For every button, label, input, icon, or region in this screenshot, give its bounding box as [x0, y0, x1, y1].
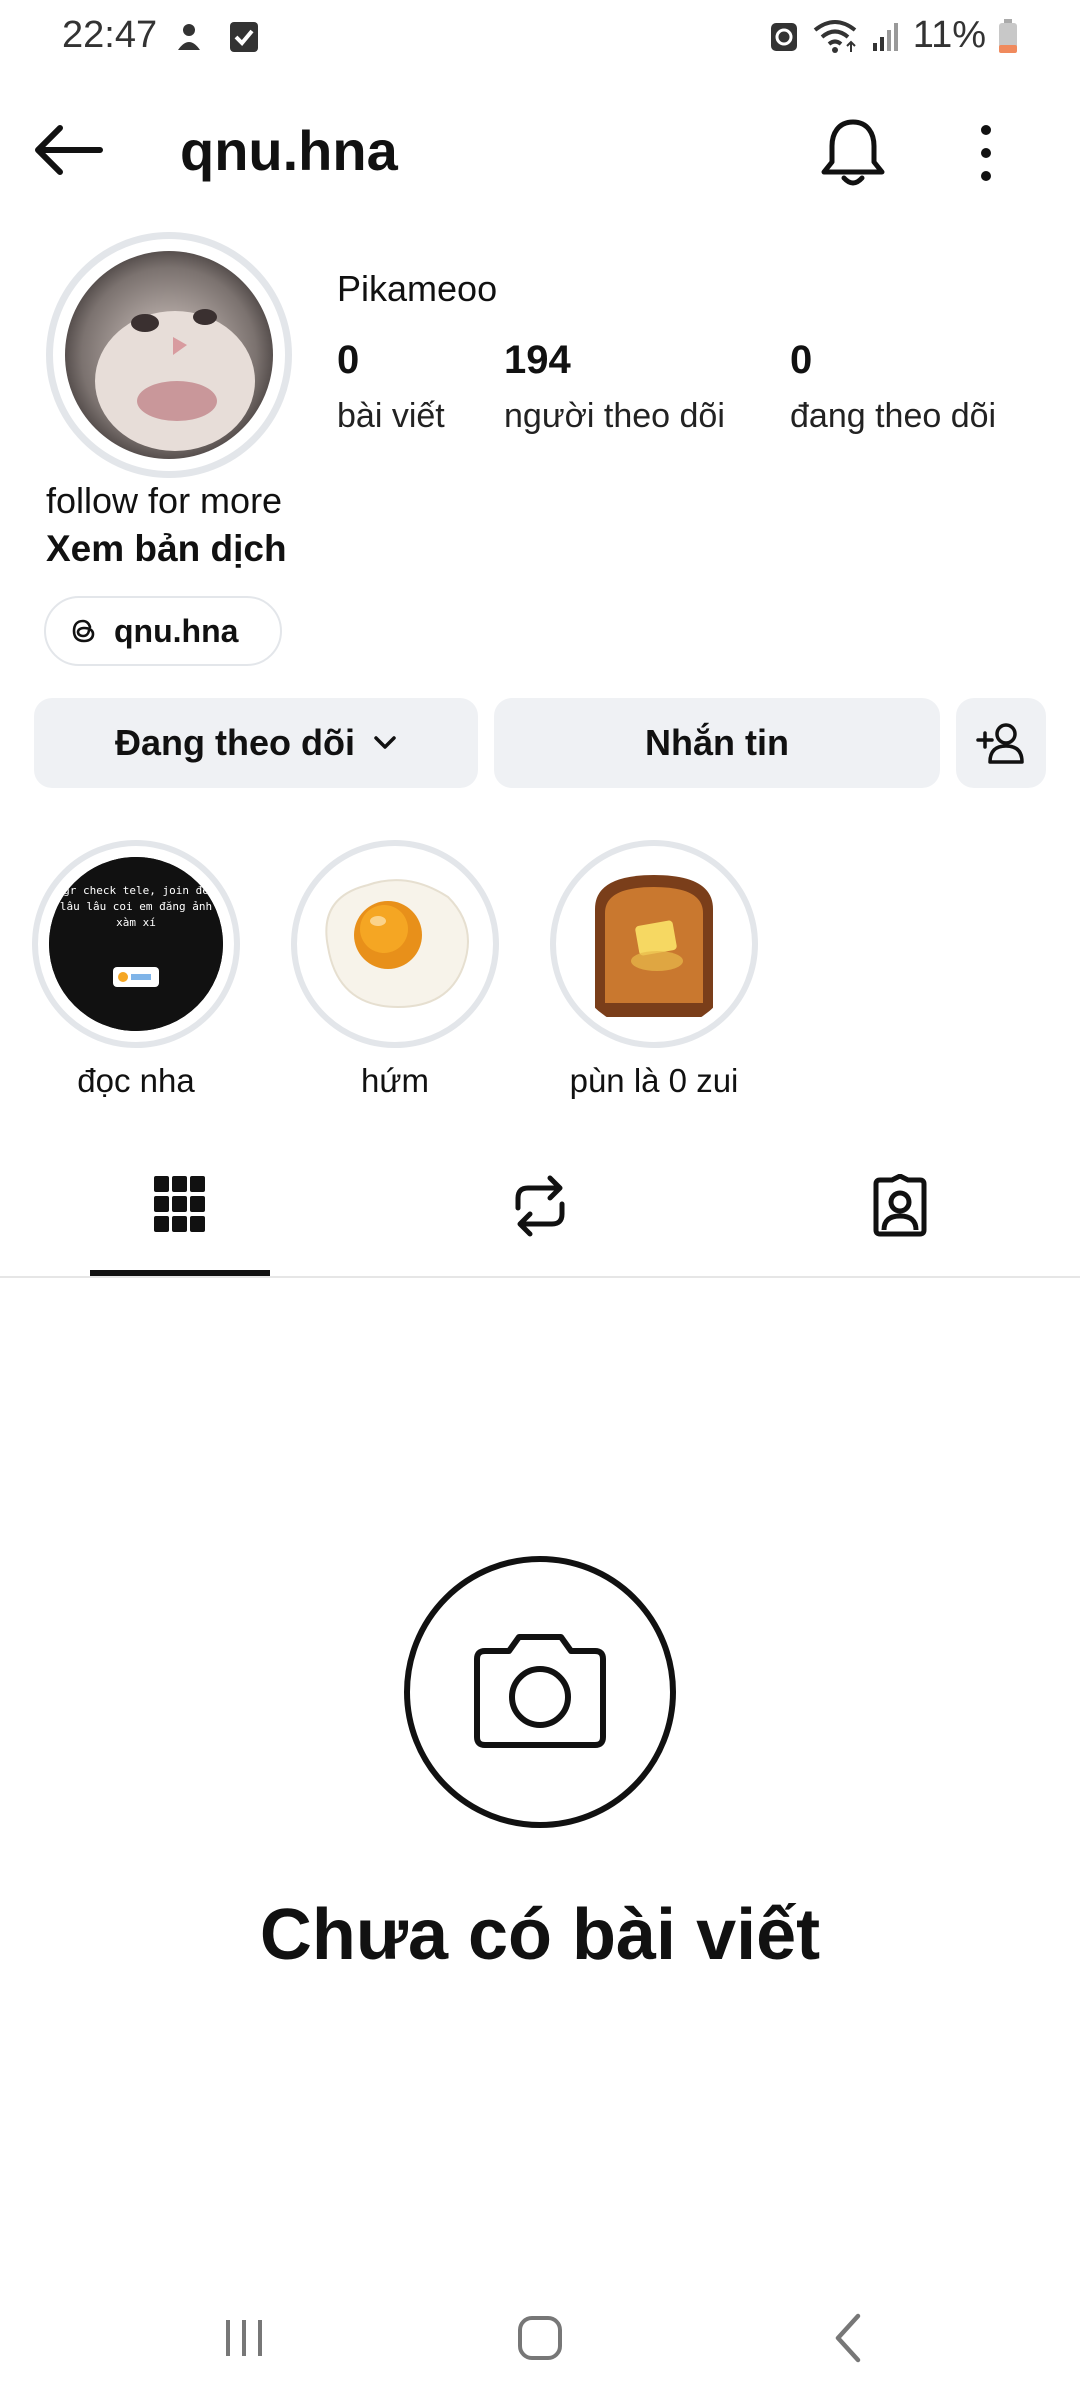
threads-handle: qnu.hna	[114, 612, 239, 649]
tab-posts-grid[interactable]	[90, 1174, 270, 1248]
grid-icon	[154, 1176, 205, 1232]
bell-icon	[821, 119, 885, 186]
more-vertical-icon	[981, 125, 991, 181]
reposts-icon	[515, 1175, 565, 1237]
system-nav-bar	[0, 2290, 1080, 2380]
camera-icon	[474, 1634, 606, 1748]
status-right-icons: 11%	[769, 14, 1018, 57]
highlight-thumbnail	[308, 857, 482, 1031]
stat-following[interactable]: 0 đang theo dõi	[790, 338, 996, 436]
notification-icon	[178, 24, 200, 50]
highlight-ring	[291, 840, 499, 1048]
battery-percent: 11%	[912, 14, 986, 56]
avatar	[65, 251, 273, 459]
profile-tabs	[0, 1150, 1080, 1278]
notifications-button[interactable]	[818, 114, 888, 188]
threads-link[interactable]: qnu.hna	[44, 596, 282, 666]
bio-text: follow for more	[46, 480, 283, 521]
stat-label: người theo dõi	[504, 397, 725, 435]
highlight-label: hứm	[361, 1062, 429, 1099]
translate-link[interactable]: Xem bản dịch	[46, 528, 287, 570]
highlight-item[interactable]: hứm	[290, 840, 500, 1100]
tab-reposts[interactable]	[450, 1174, 630, 1248]
stat-value: 0	[337, 338, 360, 382]
recent-apps-button[interactable]	[214, 2310, 274, 2366]
stat-posts[interactable]: 0 bài viết	[337, 338, 445, 436]
message-button[interactable]: Nhắn tin	[494, 698, 940, 788]
page-title: qnu.hna	[180, 119, 398, 182]
highlight-ring: gr check tele, join để lâu lâu coi em đă…	[32, 840, 240, 1048]
stat-value: 0	[790, 338, 813, 382]
checkbox-icon	[230, 22, 258, 52]
status-time: 22:47	[62, 14, 158, 56]
display-name: Pikameoo	[337, 268, 498, 309]
empty-state-circle	[404, 1556, 676, 1828]
home-button[interactable]	[510, 2310, 570, 2366]
stat-value: 194	[504, 338, 571, 382]
back-button[interactable]	[30, 120, 106, 180]
system-back-button[interactable]	[818, 2310, 878, 2366]
stat-label: bài viết	[337, 397, 445, 435]
avatar-ring[interactable]	[46, 232, 292, 478]
status-left-icons	[172, 20, 260, 54]
highlight-thumb-text: gr check tele, join để lâu lâu coi em đă…	[59, 884, 213, 929]
highlight-thumbnail	[567, 857, 741, 1031]
highlight-thumbnail: gr check tele, join để lâu lâu coi em đă…	[49, 857, 223, 1031]
message-label: Nhắn tin	[645, 722, 789, 763]
highlight-item[interactable]: pùn là 0 zui	[549, 840, 759, 1100]
signal-icon	[872, 22, 898, 51]
tab-tagged[interactable]	[810, 1174, 990, 1248]
chevron-left-icon	[835, 2313, 861, 2363]
following-label: Đang theo dõi	[115, 722, 355, 763]
recycle-icon	[770, 22, 797, 51]
profile-header: qnu.hna	[0, 100, 1080, 200]
home-icon	[518, 2316, 562, 2360]
wifi-icon	[813, 19, 856, 53]
chevron-down-icon	[374, 736, 396, 749]
active-tab-indicator	[90, 1270, 270, 1276]
highlight-label: đọc nha	[77, 1062, 195, 1099]
battery-icon	[999, 18, 1017, 53]
following-button[interactable]: Đang theo dõi	[34, 698, 478, 788]
threads-icon	[72, 619, 95, 643]
highlight-item[interactable]: gr check tele, join để lâu lâu coi em đă…	[31, 840, 241, 1100]
add-user-icon	[976, 723, 1024, 764]
more-options-button[interactable]	[966, 118, 1006, 188]
suggest-people-button[interactable]	[956, 698, 1046, 788]
back-arrow-icon	[35, 125, 103, 175]
highlight-label: pùn là 0 zui	[569, 1062, 739, 1099]
stat-label: đang theo dõi	[790, 397, 997, 435]
tagged-icon	[873, 1174, 927, 1237]
status-bar: 22:47 11%	[0, 0, 1080, 80]
recents-icon	[226, 2320, 262, 2356]
empty-state-message: Chưa có bài viết	[259, 1895, 821, 1975]
highlight-ring	[550, 840, 758, 1048]
stat-followers[interactable]: 194 người theo dõi	[504, 338, 725, 436]
